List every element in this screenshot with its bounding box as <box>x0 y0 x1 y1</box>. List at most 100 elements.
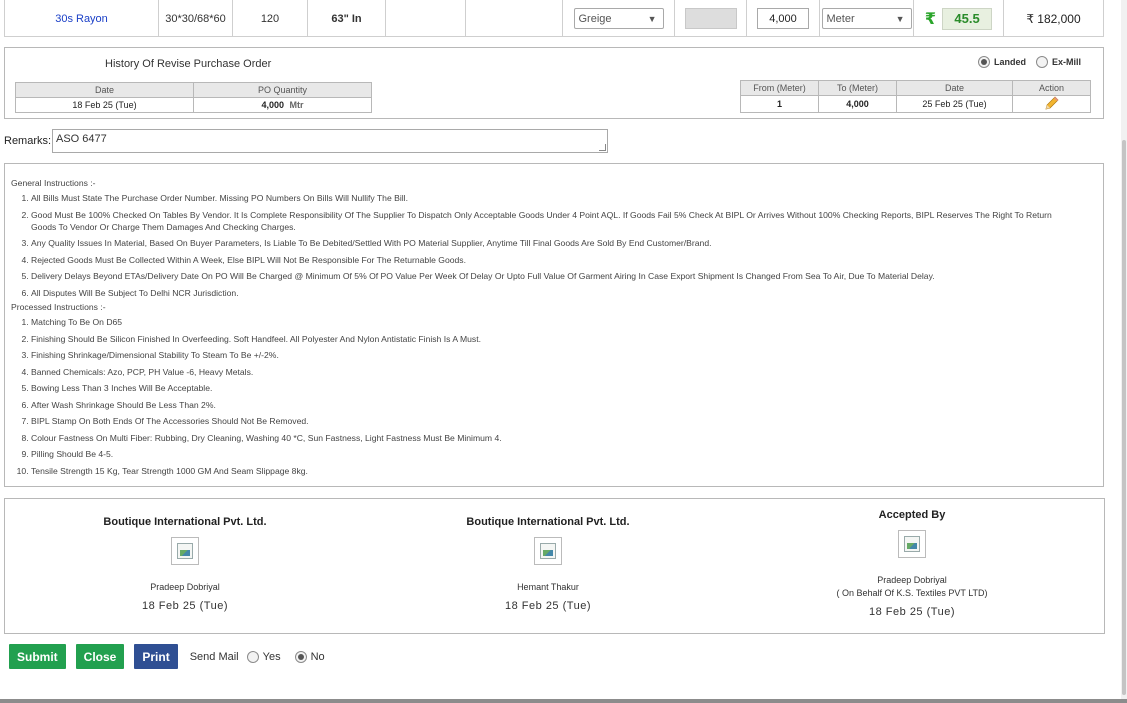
quality-link[interactable]: 30s Rayon <box>55 13 108 25</box>
history-table: Date PO Quantity 18 Feb 25 (Tue) 4,000 M… <box>15 82 372 113</box>
yes-label: Yes <box>262 650 281 663</box>
history-title: History Of Revise Purchase Order <box>105 58 272 70</box>
rate-input[interactable]: 45.5 <box>942 7 993 30</box>
cons-cell <box>675 0 747 37</box>
list-item: Matching To Be On D65 <box>31 316 1103 328</box>
unit-select[interactable]: Meter ▼ <box>821 8 912 29</box>
no-radio[interactable] <box>294 650 307 663</box>
history-qty-cell: 4,000 Mtr <box>193 97 372 113</box>
horizontal-scrollbar[interactable] <box>0 699 1127 703</box>
gsm-cell: 120 <box>233 0 308 37</box>
rate-cell: ₹ 45.5 <box>914 0 1004 37</box>
print-button[interactable]: Print <box>134 644 178 669</box>
landed-radio[interactable] <box>977 56 990 68</box>
rupee-icon: ₹ <box>924 10 937 28</box>
signature-image <box>171 537 199 565</box>
landed-label: Landed <box>993 57 1026 67</box>
costing-radio-group: Landed Ex-Mill <box>977 56 1081 68</box>
list-item: Banned Chemicals: Azo, PCP, PH Value -6,… <box>31 366 1103 378</box>
range-col-from: From (Meter) <box>740 80 819 96</box>
signature-panel: Boutique International Pvt. Ltd. Pradeep… <box>4 498 1105 634</box>
width-value: 63" In <box>331 12 362 25</box>
list-item: BIPL Stamp On Both Ends Of The Accessori… <box>31 415 1103 427</box>
history-qty: 4,000 <box>261 100 284 110</box>
status-select[interactable]: Greige ▼ <box>573 8 664 29</box>
history-col-qty: PO Quantity <box>193 82 372 98</box>
send-mail-no[interactable]: No <box>294 650 325 663</box>
processed-instructions-list: Matching To Be On D65 Finishing Should Be… <box>11 316 1103 477</box>
list-item: Tensile Strength 15 Kg, Tear Strength 10… <box>31 465 1103 477</box>
sign-name: Pradeep Dobriyal <box>150 582 220 592</box>
close-button[interactable]: Close <box>75 644 125 669</box>
list-item: Any Quality Issues In Material, Based On… <box>31 237 1103 249</box>
signature-image <box>898 530 926 558</box>
general-instructions-heading: General Instructions :- <box>11 178 96 188</box>
resize-grip-icon[interactable] <box>599 144 606 151</box>
yes-radio[interactable] <box>246 650 259 663</box>
remarks-label: Remarks: <box>4 135 52 147</box>
signature-image <box>534 537 562 565</box>
exmill-radio[interactable] <box>1035 56 1048 68</box>
sign-note: ( On Behalf Of K.S. Textiles PVT LTD) <box>836 588 988 598</box>
list-item: All Disputes Will Be Subject To Delhi NC… <box>31 287 1103 299</box>
remarks-textarea[interactable]: ASO 6477 <box>52 129 608 153</box>
list-item: All Bills Must State The Purchase Order … <box>31 192 1103 204</box>
chevron-down-icon: ▼ <box>895 13 905 24</box>
sign-date: 18 Feb 25 (Tue) <box>142 600 228 612</box>
sign-date: 18 Feb 25 (Tue) <box>869 606 955 618</box>
quality-cell: 30s Rayon <box>5 0 159 37</box>
sign-company: Accepted By <box>878 509 946 521</box>
sign-name: Pradeep Dobriyal <box>877 575 947 585</box>
list-item: After Wash Shrinkage Should Be Less Than… <box>31 399 1103 411</box>
list-item: Delivery Delays Beyond ETAs/Delivery Dat… <box>31 270 1103 282</box>
list-item: Bowing Less Than 3 Inches Will Be Accept… <box>31 382 1103 394</box>
range-col-to: To (Meter) <box>818 80 897 96</box>
total-amount: ₹ 182,000 <box>1026 11 1081 26</box>
sign-name: Hemant Thakur <box>517 582 579 592</box>
history-col-date: Date <box>15 82 194 98</box>
action-bar: Submit Close Print Send Mail Yes No <box>9 644 339 669</box>
width-cell: 63" In <box>308 0 386 37</box>
sign-company: Boutique International Pvt. Ltd. <box>103 516 267 528</box>
cons-input <box>684 8 737 29</box>
range-action <box>1012 95 1091 113</box>
submit-button[interactable]: Submit <box>9 644 66 669</box>
no-label: No <box>310 650 325 663</box>
quantity-input[interactable]: 4,000 <box>757 8 809 29</box>
count-cell: 30*30/68*60 <box>159 0 233 37</box>
pencil-edit-icon[interactable] <box>1044 96 1060 112</box>
list-item: Finishing Shrinkage/Dimensional Stabilit… <box>31 349 1103 361</box>
sign-date: 18 Feb 25 (Tue) <box>505 600 591 612</box>
chevron-down-icon: ▼ <box>647 13 657 24</box>
unit-cell: Meter ▼ <box>820 0 914 37</box>
list-item: Good Must Be 100% Checked On Tables By V… <box>31 209 1103 233</box>
list-item: Pilling Should Be 4-5. <box>31 448 1103 460</box>
broken-image-icon <box>540 543 556 559</box>
empty-cell-2 <box>466 0 563 37</box>
table-row: 18 Feb 25 (Tue) 4,000 Mtr <box>15 97 372 113</box>
signature-block-3: Accepted By Pradeep Dobriyal ( On Behalf… <box>732 499 1092 618</box>
signature-block-1: Boutique International Pvt. Ltd. Pradeep… <box>5 499 365 612</box>
po-item-row: 30s Rayon 30*30/68*60 120 63" In Greige … <box>4 0 1104 37</box>
sign-company: Boutique International Pvt. Ltd. <box>466 516 630 528</box>
quantity-cell: 4,000 <box>747 0 820 37</box>
range-table: From (Meter) To (Meter) Date Action 1 4,… <box>740 80 1091 113</box>
range-col-action: Action <box>1012 80 1091 96</box>
list-item: Colour Fastness On Multi Fiber: Rubbing,… <box>31 432 1103 444</box>
list-item: Finishing Should Be Silicon Finished In … <box>31 333 1103 345</box>
gsm-value: 120 <box>260 12 280 25</box>
exmill-label: Ex-Mill <box>1051 57 1081 67</box>
send-mail-yes[interactable]: Yes <box>246 650 281 663</box>
unit-select-value: Meter <box>826 12 855 25</box>
list-item: Rejected Goods Must Be Collected Within … <box>31 254 1103 266</box>
broken-image-icon <box>177 543 193 559</box>
range-col-date: Date <box>896 80 1013 96</box>
broken-image-icon <box>904 536 920 552</box>
status-cell: Greige ▼ <box>563 0 675 37</box>
empty-cell-1 <box>386 0 466 37</box>
range-from: 1 <box>740 95 819 113</box>
scrollbar-thumb[interactable] <box>1122 140 1126 695</box>
range-to: 4,000 <box>818 95 897 113</box>
history-date: 18 Feb 25 (Tue) <box>15 97 194 113</box>
send-mail-label: Send Mail <box>189 650 239 663</box>
